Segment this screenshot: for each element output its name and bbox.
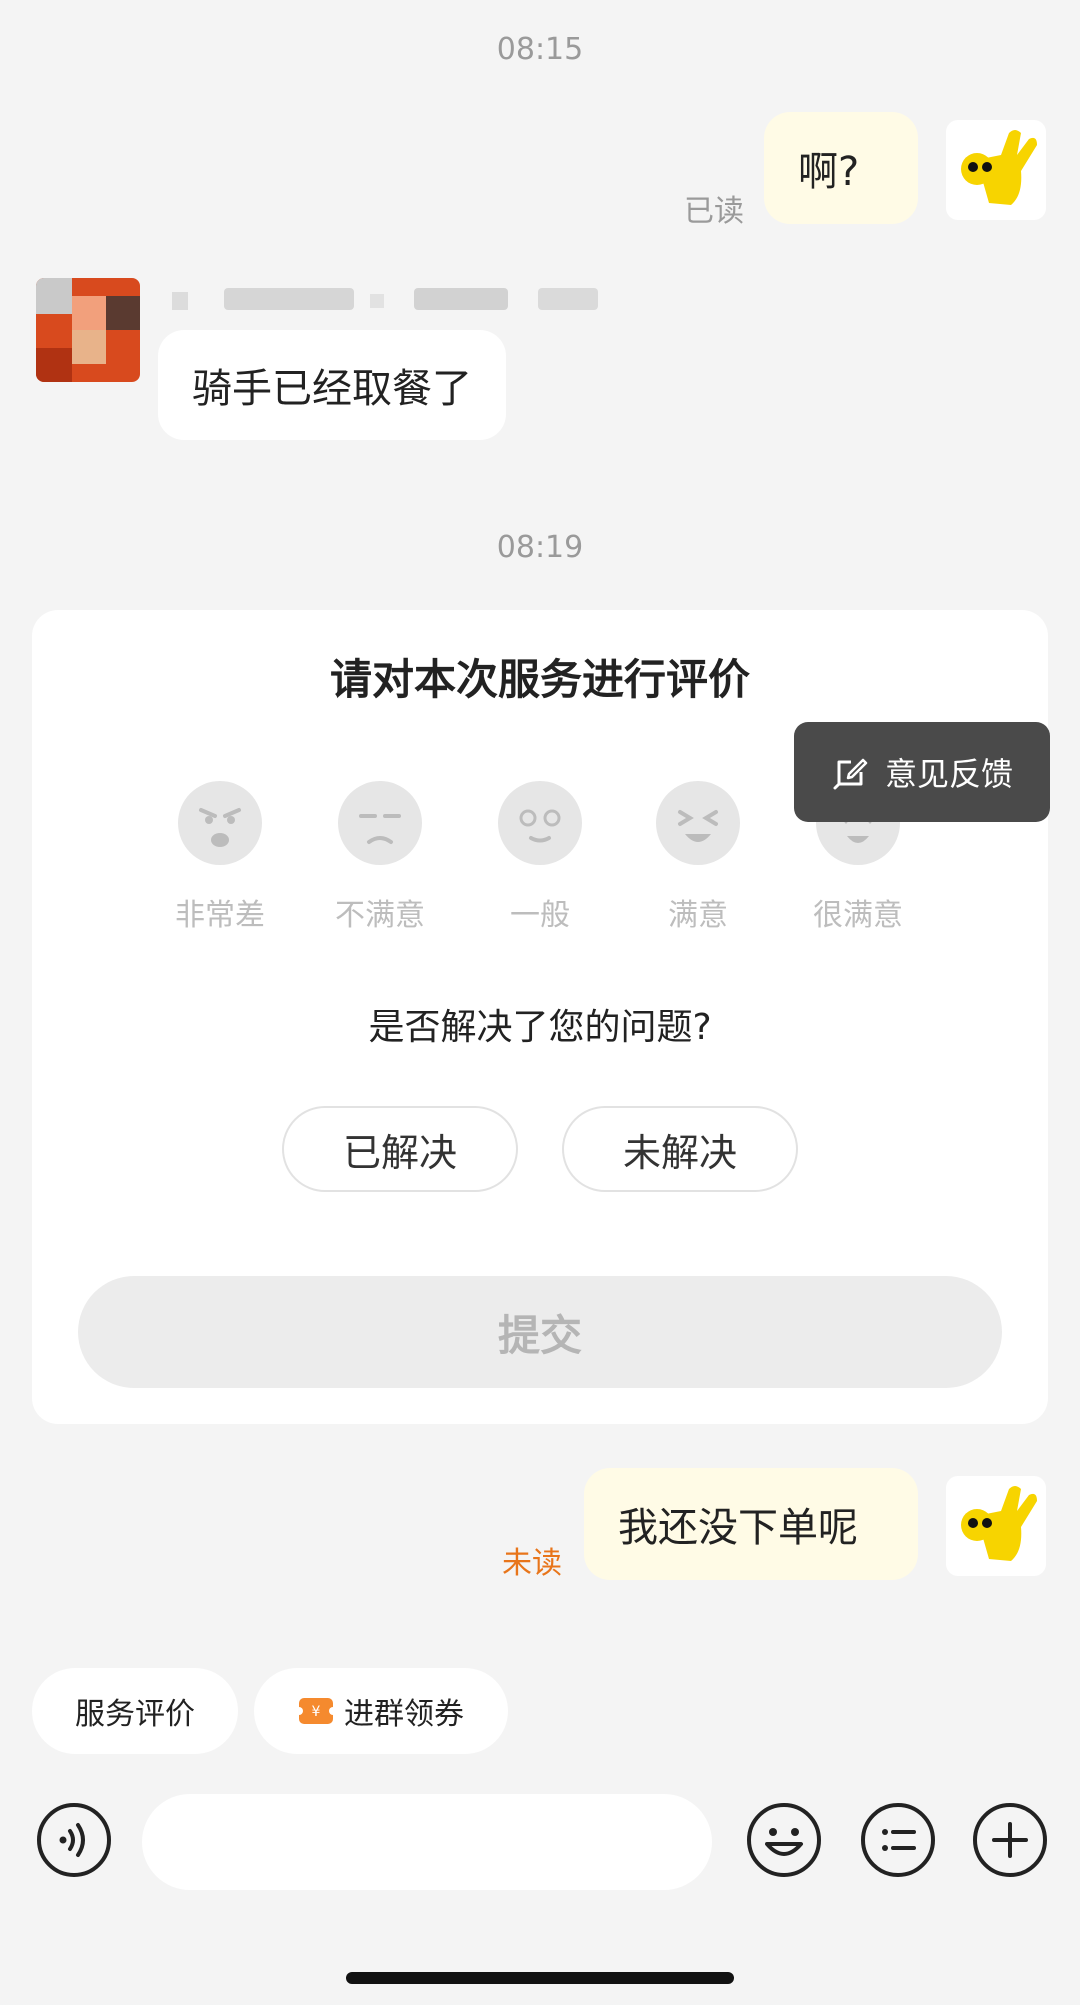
message-input[interactable] <box>142 1794 712 1890</box>
rating-option-satisfied[interactable]: 满意 <box>628 780 768 934</box>
service-rating-chip[interactable]: 服务评价 <box>32 1668 238 1754</box>
rating-label: 很满意 <box>813 898 903 933</box>
voice-icon[interactable] <box>36 1802 112 1878</box>
unhappy-face-icon <box>338 781 422 865</box>
mascot-hand-icon <box>961 1486 1037 1561</box>
message-text: 骑手已经取餐了 <box>192 366 472 412</box>
rating-label: 一般 <box>510 898 570 933</box>
coupon-icon: ¥ <box>298 1698 334 1724</box>
emoji-icon[interactable] <box>746 1802 822 1878</box>
agent-message-bubble[interactable]: 骑手已经取餐了 <box>158 330 506 440</box>
feedback-label: 意见反馈 <box>884 755 1013 793</box>
svg-text:¥: ¥ <box>312 1704 321 1720</box>
chip-label: 进群领券 <box>344 1697 464 1732</box>
agent-name-blurred <box>170 284 610 314</box>
chip-label: 服务评价 <box>75 1697 195 1732</box>
angry-face-icon <box>178 781 262 865</box>
feedback-edit-icon <box>833 758 868 790</box>
agent-avatar[interactable] <box>36 278 140 382</box>
unresolved-button[interactable]: 未解决 <box>562 1106 798 1192</box>
rating-label: 非常差 <box>175 898 265 933</box>
smile-face-icon <box>656 781 740 865</box>
my-avatar[interactable] <box>946 1476 1046 1576</box>
rating-label: 不满意 <box>335 898 425 933</box>
resolved-button[interactable]: 已解决 <box>282 1106 518 1192</box>
timestamp: 08:19 <box>496 530 584 565</box>
rating-label: 满意 <box>668 898 728 933</box>
rating-card-title: 请对本次服务进行评价 <box>329 655 750 704</box>
submit-button[interactable]: 提交 <box>78 1276 1002 1388</box>
rating-option-very-bad[interactable]: 非常差 <box>150 780 290 934</box>
my-message-bubble[interactable]: 我还没下单呢 <box>584 1468 918 1580</box>
my-avatar[interactable] <box>946 120 1046 220</box>
neutral-face-icon <box>498 781 582 865</box>
rating-option-unsatisfied[interactable]: 不满意 <box>310 780 450 934</box>
resolved-question: 是否解决了您的问题? <box>368 1007 712 1048</box>
home-indicator[interactable] <box>346 1972 734 1984</box>
timestamp: 08:15 <box>496 32 584 67</box>
message-text: 我还没下单呢 <box>618 1505 858 1551</box>
join-group-chip[interactable]: ¥ 进群领券 <box>254 1668 508 1754</box>
mascot-hand-icon <box>961 130 1037 205</box>
unread-status: 未读 <box>502 1546 562 1581</box>
feedback-tooltip[interactable]: 意见反馈 <box>794 722 1050 822</box>
read-status: 已读 <box>684 194 744 229</box>
rating-option-neutral[interactable]: 一般 <box>470 780 610 934</box>
plus-icon[interactable] <box>972 1802 1048 1878</box>
message-text: 啊? <box>798 149 860 195</box>
my-message-bubble[interactable]: 啊? <box>764 112 918 224</box>
menu-list-icon[interactable] <box>860 1802 936 1878</box>
